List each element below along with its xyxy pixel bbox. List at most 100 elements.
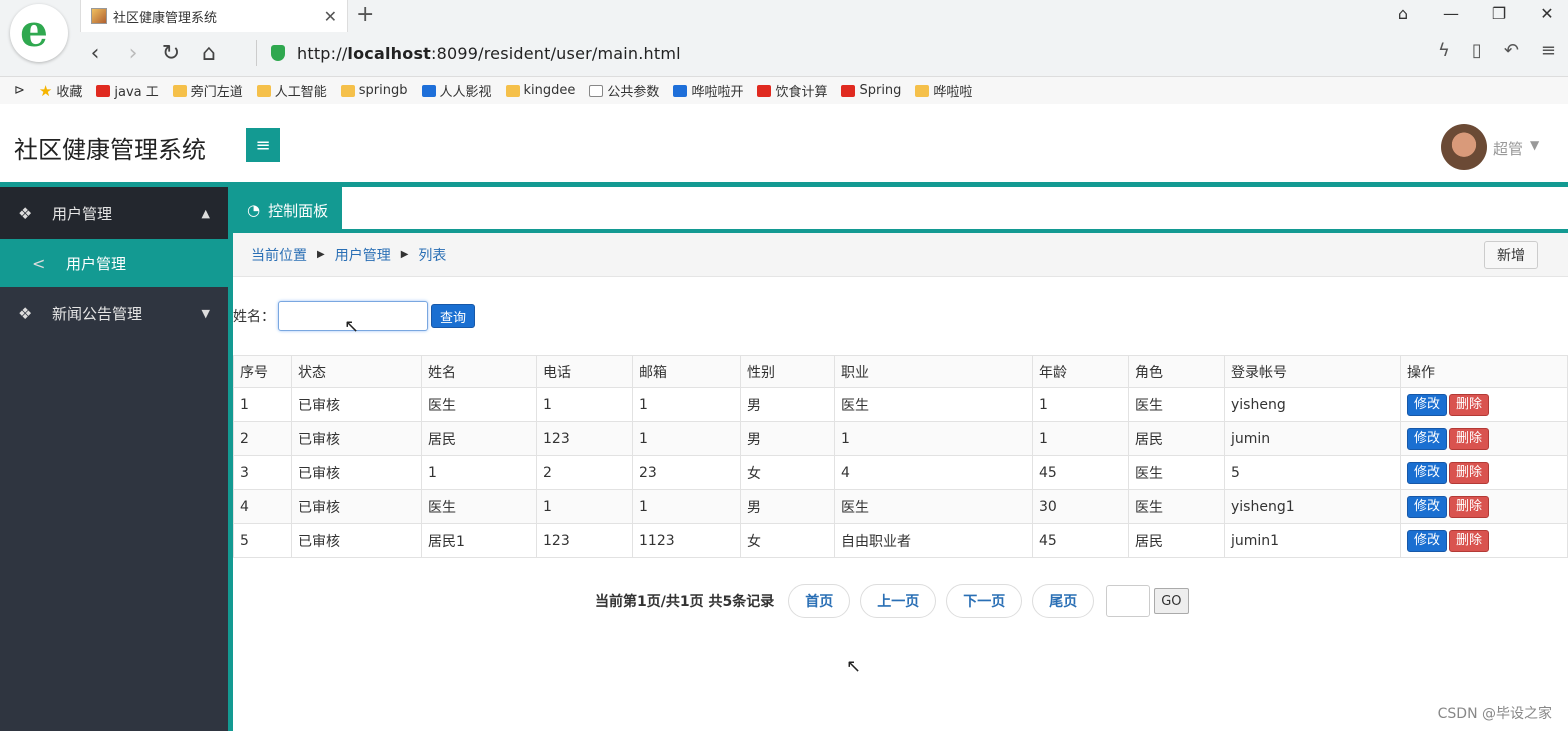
forward-icon[interactable]: › [114, 41, 152, 66]
user-name[interactable]: 超管 [1493, 138, 1523, 159]
lightning-icon[interactable]: ϟ [1438, 40, 1450, 61]
table-cell: 居民 [1128, 421, 1225, 456]
more-menu-icon[interactable]: ≡ [1541, 40, 1556, 61]
reload-icon[interactable]: ↻ [152, 41, 190, 66]
column-header: 电话 [536, 355, 633, 388]
query-button[interactable]: 查询 [431, 304, 476, 328]
phone-icon[interactable]: ▯ [1472, 40, 1482, 61]
table-cell: 1 [536, 489, 633, 524]
page-number-input[interactable] [1106, 585, 1151, 617]
breadcrumb-item[interactable]: 当前位置 [251, 245, 307, 265]
table-cell: 45 [1032, 523, 1129, 558]
last-page-button[interactable]: 尾页 [1032, 584, 1095, 618]
sidebar-group-news[interactable]: ❖ 新闻公告管理 ▼ [0, 287, 228, 339]
sidebar-group-user-management[interactable]: ❖ 用户管理 ▲ [0, 187, 228, 239]
delete-button[interactable]: 删除 [1449, 495, 1490, 518]
prev-page-button[interactable]: 上一页 [860, 584, 937, 618]
bookmark-item[interactable]: 哗啦啦开 [673, 81, 743, 100]
table-cell: 自由职业者 [834, 523, 1033, 558]
bookmark-item[interactable]: kingdee [505, 83, 575, 98]
tab-dashboard[interactable]: ◔ 控制面板 [233, 187, 343, 233]
table-row: 3 已审核 1 2 23 女 4 45 医生 5 修改 删除 [233, 455, 1568, 490]
delete-button[interactable]: 删除 [1449, 393, 1490, 416]
bookmark-item[interactable]: 旁门左道 [172, 81, 243, 100]
table-cell: 4 [233, 489, 292, 524]
table-cell: 医生 [834, 387, 1033, 422]
table-row: 4 已审核 医生 1 1 男医生 30 医生 yisheng1 修改 删除 [233, 489, 1568, 524]
next-page-button[interactable]: 下一页 [946, 584, 1023, 618]
table-cell: 已审核 [291, 489, 422, 524]
sidebar-item-label: 新闻公告管理 [52, 304, 143, 323]
bookmark-favorites[interactable]: ★ 收藏 [39, 81, 82, 101]
edit-button[interactable]: 修改 [1407, 427, 1448, 450]
table-cell: 5 [233, 523, 292, 558]
dashboard-icon: ◔ [247, 201, 261, 219]
table-body: 1 已审核 医生 1 1 男医生 1 医生 yisheng 修改 删除 2 已审核 居民 123 1 男 1 1 居民… [233, 387, 1568, 558]
delete-button[interactable]: 删除 [1449, 461, 1490, 484]
bookmark-item[interactable]: 人工智能 [256, 81, 327, 100]
restore-icon[interactable]: ❐ [1488, 4, 1510, 23]
column-header: 性别 [740, 355, 835, 388]
bookmark-item[interactable]: 公共参数 [589, 81, 659, 100]
bookmark-item[interactable]: springb [340, 83, 408, 98]
breadcrumb-item[interactable]: 列表 [418, 245, 446, 265]
column-header: 状态 [291, 355, 422, 388]
back-icon[interactable]: ‹ [76, 41, 114, 66]
bookmark-item[interactable]: 饮食计算 [757, 81, 827, 100]
edit-button[interactable]: 修改 [1407, 495, 1448, 518]
skin-icon[interactable]: ⌂ [1392, 4, 1414, 23]
sidebar-item-label: 用户管理 [52, 204, 113, 223]
address-bar[interactable]: http://localhost:8099/resident/user/main… [256, 40, 1356, 66]
sidebar-toggle-icon[interactable]: ⊳ [14, 83, 25, 98]
action-cell: 修改 删除 [1400, 421, 1568, 456]
table-cell: 1 [632, 387, 741, 422]
new-tab-button[interactable]: + [356, 2, 378, 27]
action-cell: 修改 删除 [1400, 523, 1568, 558]
browser-tab[interactable]: 社区健康管理系统 ✕ [80, 0, 348, 32]
table-cell: 1 [632, 421, 741, 456]
table-cell: 5 [1224, 455, 1401, 490]
table-cell: jumin [1224, 421, 1401, 456]
tab-close-icon[interactable]: ✕ [324, 7, 337, 26]
avatar[interactable] [1441, 124, 1487, 170]
table-cell: 1 [1032, 421, 1129, 456]
table-cell: 1 [536, 387, 633, 422]
share-icon: < [32, 253, 46, 273]
table-cell: 1 [421, 455, 537, 490]
mouse-cursor-icon: ↖ [846, 656, 862, 677]
add-button[interactable]: 新增 [1484, 241, 1538, 269]
chevron-down-icon[interactable]: ▼ [1530, 138, 1539, 152]
bookmark-item[interactable]: 哗啦啦 [915, 81, 972, 100]
close-window-icon[interactable]: ✕ [1536, 4, 1558, 23]
folder-icon [256, 84, 271, 97]
minimize-icon[interactable]: — [1440, 4, 1462, 23]
breadcrumb-item[interactable]: 用户管理 [335, 245, 391, 265]
table-cell: 男 [740, 387, 835, 422]
sidebar-item-user-management[interactable]: < 用户管理 [0, 239, 228, 287]
delete-button[interactable]: 删除 [1449, 529, 1490, 552]
table-cell: 123 [536, 523, 633, 558]
mouse-cursor-icon: ↖ [344, 316, 360, 337]
browser-logo-icon[interactable]: e [10, 4, 68, 62]
watermark: CSDN @毕设之家 [1437, 706, 1552, 722]
bookmark-item[interactable]: Spring [841, 83, 901, 98]
table-cell: yisheng [1224, 387, 1401, 422]
table-header-row: 序号 状态 姓名 电话 邮箱 性别 职业 年龄 角色 登录帐号 操作 [233, 355, 1568, 388]
action-cell: 修改 删除 [1400, 387, 1568, 422]
table-cell: jumin1 [1224, 523, 1401, 558]
action-cell: 修改 删除 [1400, 455, 1568, 490]
edit-button[interactable]: 修改 [1407, 529, 1448, 552]
edit-button[interactable]: 修改 [1407, 461, 1448, 484]
site-icon [673, 84, 688, 97]
delete-button[interactable]: 删除 [1449, 427, 1490, 450]
undo-icon[interactable]: ↶ [1504, 40, 1519, 61]
first-page-button[interactable]: 首页 [788, 584, 851, 618]
edit-button[interactable]: 修改 [1407, 393, 1448, 416]
bookmark-item[interactable]: 人人影视 [421, 81, 492, 100]
bookmark-item[interactable]: java 工 [96, 81, 159, 100]
home-icon[interactable]: ⌂ [190, 41, 228, 66]
menu-toggle-icon[interactable]: ≡ [246, 128, 280, 162]
table-cell: 1 [632, 489, 741, 524]
table-cell: 3 [233, 455, 292, 490]
go-button[interactable]: GO [1154, 588, 1189, 614]
